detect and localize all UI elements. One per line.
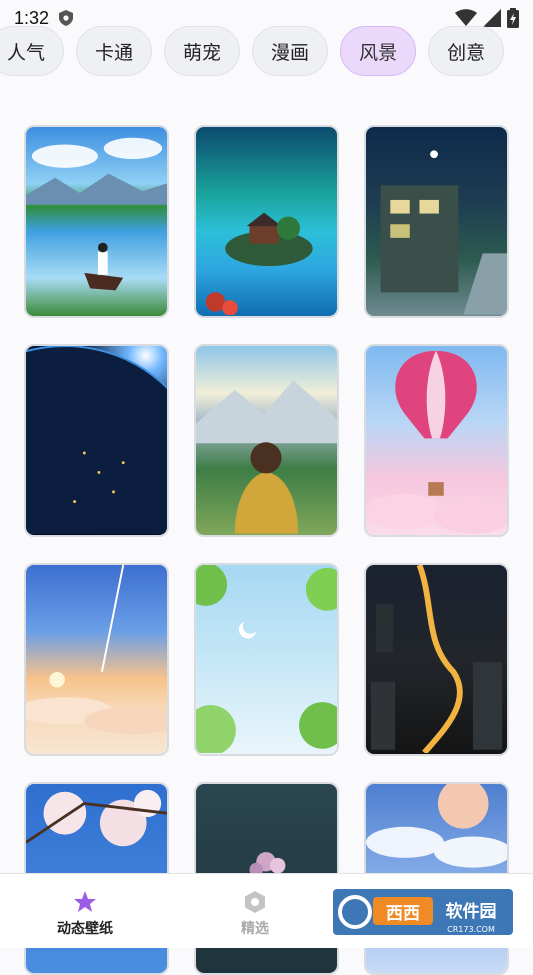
tab-label: 动态壁纸 — [57, 920, 113, 936]
star-icon — [74, 891, 96, 912]
wallpaper-art — [380, 150, 507, 315]
tab-dynamic-wallpaper[interactable]: 动态壁纸 — [0, 874, 170, 948]
chip-chuangyi[interactable]: 创意 — [428, 26, 505, 76]
wallpaper-card-night-street[interactable] — [364, 125, 509, 318]
wifi-icon — [455, 9, 477, 26]
wallpaper-art — [370, 565, 503, 753]
wallpaper-art — [26, 565, 167, 735]
tab-label: 精选 — [241, 920, 269, 936]
chip-fengjing[interactable]: 风景 — [340, 26, 417, 76]
svg-text:西西: 西西 — [386, 904, 420, 924]
wallpaper-card-sunrise-clouds-comet[interactable] — [24, 563, 169, 756]
wallpaper-card-lake-girl-boat[interactable] — [24, 125, 169, 318]
wallpaper-card-earth-from-space[interactable] — [24, 344, 169, 537]
chip-renqi[interactable]: 人气 — [0, 26, 65, 76]
wallpaper-grid — [24, 125, 509, 975]
wallpaper-card-leaves-sky-moon[interactable] — [194, 563, 339, 756]
shield-icon — [59, 10, 74, 26]
wallpaper-art — [26, 137, 167, 291]
category-chips: 人气 卡通 萌宠 漫画 风景 创意 — [0, 26, 505, 76]
wallpaper-card-boy-mountains[interactable] — [194, 344, 339, 537]
signal-icon — [483, 9, 501, 27]
chip-katong[interactable]: 卡通 — [76, 26, 153, 76]
tab-featured[interactable]: 精选 — [170, 874, 340, 948]
wallpaper-card-pink-hot-air-balloon[interactable] — [364, 344, 509, 537]
chip-mengchong[interactable]: 萌宠 — [164, 26, 241, 76]
watermark-logo: 西西 软件园 CR173.COM — [333, 889, 513, 935]
wallpaper-art — [196, 380, 337, 534]
wallpaper-art — [26, 346, 167, 534]
wallpaper-card-city-night-aerial[interactable] — [364, 563, 509, 756]
wallpaper-art — [205, 212, 313, 315]
svg-text:CR173.COM: CR173.COM — [447, 925, 495, 934]
status-icons — [455, 8, 519, 28]
wallpaper-art — [196, 565, 337, 753]
hexagon-icon — [245, 891, 265, 913]
chip-manhua[interactable]: 漫画 — [252, 26, 329, 76]
wallpaper-art — [366, 350, 507, 534]
battery-icon — [507, 8, 519, 28]
wallpaper-card-island-house-aurora[interactable] — [194, 125, 339, 318]
svg-text:软件园: 软件园 — [446, 901, 497, 922]
